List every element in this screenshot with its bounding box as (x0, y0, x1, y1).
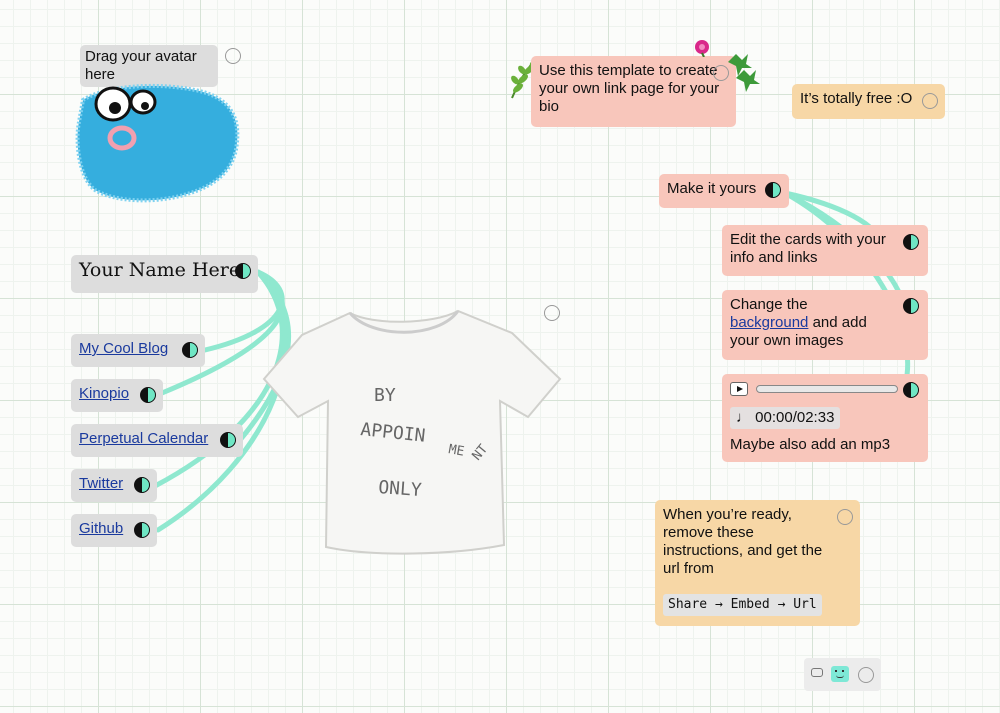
twitter-link[interactable]: Twitter (79, 475, 123, 492)
make-it-yours-connector-icon[interactable] (765, 182, 781, 198)
smile-icon[interactable] (831, 666, 849, 682)
ready-card-text: When you’re ready, remove these instruct… (663, 506, 823, 577)
edit-connector-icon[interactable] (903, 234, 919, 250)
twitter-connector-icon[interactable] (134, 477, 150, 493)
blog-link[interactable]: My Cool Blog (79, 340, 168, 357)
audio-time: 00:00/02:33 (755, 409, 835, 426)
flower-icon (695, 40, 709, 57)
avatar-card-label: Drag your avatar here (85, 48, 197, 83)
github-connector-icon[interactable] (134, 522, 150, 538)
footer-widget[interactable] (804, 658, 881, 691)
github-link[interactable]: Github (79, 520, 123, 537)
play-icon (737, 386, 743, 392)
make-it-yours-text: Make it yours (667, 180, 757, 197)
tshirt-text-by: BY (374, 385, 396, 406)
name-card-text: Your Name Here (79, 259, 241, 281)
name-card[interactable]: Your Name Here (71, 255, 258, 293)
avatar-connector-icon[interactable] (225, 48, 241, 64)
calendar-connector-icon[interactable] (220, 432, 236, 448)
tshirt-connector-icon[interactable] (544, 305, 560, 321)
calendar-link[interactable]: Perpetual Calendar (79, 430, 208, 447)
tshirt-image[interactable]: BY APPOIN ME NT ONLY (262, 305, 562, 557)
audio-card[interactable]: ♩ 00:00/02:33 Maybe also add an mp3 (722, 374, 928, 462)
share-embed-code: Share → Embed → Url (663, 594, 822, 616)
ivy-leaves-icon (728, 54, 760, 92)
intro-card-text: Use this template to create your own lin… (539, 62, 720, 115)
audio-caption: Maybe also add an mp3 (730, 436, 891, 453)
avatar-image[interactable] (75, 82, 247, 204)
music-note-icon: ♩ (736, 409, 751, 426)
background-connector-icon[interactable] (903, 298, 919, 314)
background-link[interactable]: background (730, 314, 808, 331)
avatar-card[interactable]: Drag your avatar here (80, 45, 218, 87)
background-card[interactable]: Change the background and add your own i… (722, 290, 928, 360)
blog-connector-icon[interactable] (182, 342, 198, 358)
play-button[interactable] (730, 382, 748, 396)
audio-connector-icon[interactable] (903, 382, 919, 398)
footer-connector-icon[interactable] (858, 667, 874, 683)
audio-progress-bar[interactable] (756, 385, 898, 393)
kinopio-connector-icon[interactable] (140, 387, 156, 403)
free-connector-icon[interactable] (922, 93, 938, 109)
kinopio-link[interactable]: Kinopio (79, 385, 129, 402)
background-card-before: Change the (730, 296, 808, 313)
edit-card[interactable]: Edit the cards with your info and links (722, 225, 928, 276)
edit-card-text: Edit the cards with your info and links (730, 231, 886, 266)
ready-connector-icon[interactable] (837, 509, 853, 525)
ready-card[interactable]: When you’re ready, remove these instruct… (655, 500, 860, 626)
audio-time-badge: ♩ 00:00/02:33 (730, 407, 841, 429)
name-connector-icon[interactable] (235, 263, 251, 279)
tshirt-text-only: ONLY (378, 477, 423, 501)
tshirt-text-me: ME (447, 442, 465, 459)
comment-icon[interactable] (811, 668, 823, 677)
link-card-calendar[interactable]: Perpetual Calendar (71, 424, 243, 457)
free-card-text: It’s totally free :O (800, 90, 913, 107)
intro-card[interactable]: Use this template to create your own lin… (531, 56, 736, 127)
